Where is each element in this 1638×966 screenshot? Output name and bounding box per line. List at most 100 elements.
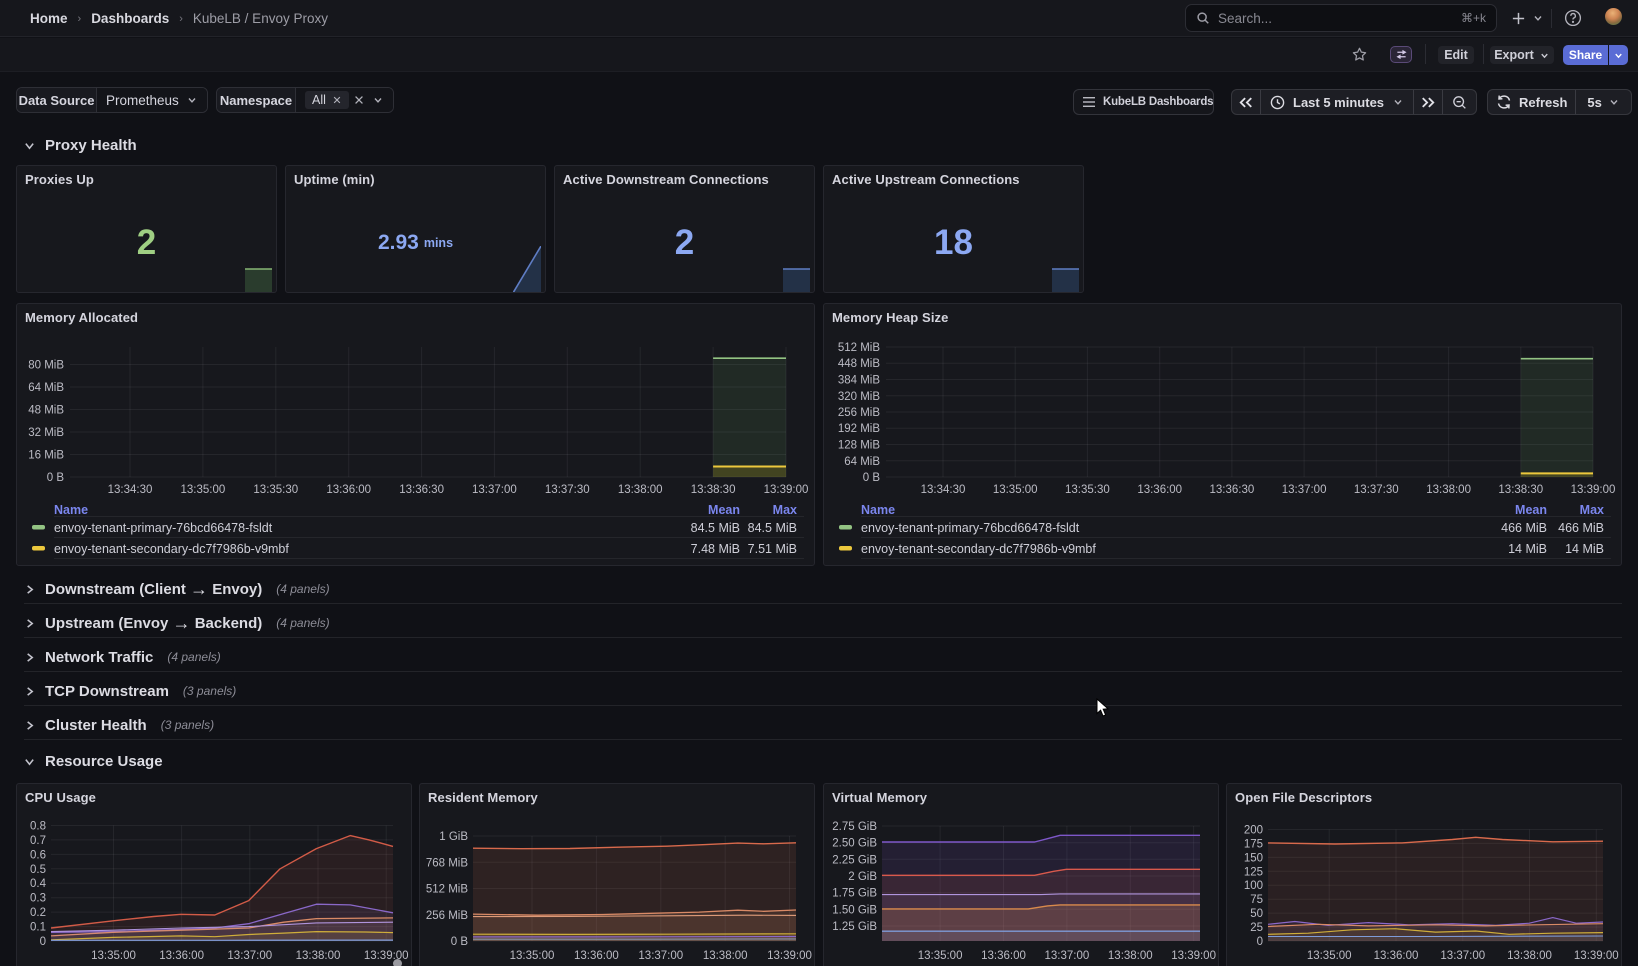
svg-text:13:34:30: 13:34:30 xyxy=(921,484,966,496)
svg-text:13:36:00: 13:36:00 xyxy=(1137,484,1182,496)
svg-text:75: 75 xyxy=(1250,894,1263,906)
svg-text:Name: Name xyxy=(861,503,895,517)
svg-text:13:37:00: 13:37:00 xyxy=(1045,950,1090,962)
svg-text:0.1: 0.1 xyxy=(30,922,46,934)
svg-text:80 MiB: 80 MiB xyxy=(28,360,64,372)
svg-text:13:38:00: 13:38:00 xyxy=(296,950,341,962)
svg-text:2.50 GiB: 2.50 GiB xyxy=(832,838,877,850)
svg-text:200: 200 xyxy=(1244,825,1263,837)
svg-text:13:35:00: 13:35:00 xyxy=(510,950,555,962)
svg-text:512 MiB: 512 MiB xyxy=(426,884,469,896)
svg-text:13:38:30: 13:38:30 xyxy=(691,484,736,496)
svg-text:13:35:30: 13:35:30 xyxy=(1065,484,1110,496)
svg-text:1.50 GiB: 1.50 GiB xyxy=(832,904,877,916)
svg-text:0.2: 0.2 xyxy=(30,907,46,919)
svg-text:13:35:30: 13:35:30 xyxy=(253,484,298,496)
svg-text:13:38:00: 13:38:00 xyxy=(1108,950,1153,962)
svg-text:1 GiB: 1 GiB xyxy=(439,831,468,843)
svg-text:1.25 GiB: 1.25 GiB xyxy=(832,921,877,933)
svg-text:13:36:00: 13:36:00 xyxy=(981,950,1026,962)
svg-text:0 B: 0 B xyxy=(47,472,65,484)
svg-text:13:36:30: 13:36:30 xyxy=(1210,484,1255,496)
svg-text:13:39:00: 13:39:00 xyxy=(364,950,409,962)
svg-text:7.48 MiB: 7.48 MiB xyxy=(691,542,740,556)
svg-text:14 MiB: 14 MiB xyxy=(1508,542,1547,556)
svg-text:13:37:30: 13:37:30 xyxy=(1354,484,1399,496)
svg-text:13:36:00: 13:36:00 xyxy=(1374,950,1419,962)
svg-text:13:39:00: 13:39:00 xyxy=(764,484,809,496)
svg-text:envoy-tenant-primary-76bcd6647: envoy-tenant-primary-76bcd66478-fsldt xyxy=(861,521,1080,535)
svg-text:13:37:00: 13:37:00 xyxy=(227,950,272,962)
svg-text:16 MiB: 16 MiB xyxy=(28,450,64,462)
svg-text:13:39:00: 13:39:00 xyxy=(1171,950,1216,962)
svg-text:0: 0 xyxy=(40,936,46,948)
svg-text:84.5 MiB: 84.5 MiB xyxy=(748,521,797,535)
svg-text:64 MiB: 64 MiB xyxy=(28,382,64,394)
svg-text:13:35:00: 13:35:00 xyxy=(1307,950,1352,962)
svg-text:13:37:00: 13:37:00 xyxy=(472,484,517,496)
svg-text:0.5: 0.5 xyxy=(30,864,46,876)
svg-text:384 MiB: 384 MiB xyxy=(838,375,881,387)
svg-text:13:38:00: 13:38:00 xyxy=(1507,950,1552,962)
svg-text:448 MiB: 448 MiB xyxy=(838,358,881,370)
svg-text:512 MiB: 512 MiB xyxy=(838,342,881,354)
svg-text:13:38:00: 13:38:00 xyxy=(618,484,663,496)
svg-text:13:39:00: 13:39:00 xyxy=(1571,484,1616,496)
svg-text:13:36:30: 13:36:30 xyxy=(399,484,444,496)
svg-text:768 MiB: 768 MiB xyxy=(426,857,469,869)
svg-text:0: 0 xyxy=(1257,936,1263,948)
svg-text:466 MiB: 466 MiB xyxy=(1558,521,1604,535)
svg-text:2.25 GiB: 2.25 GiB xyxy=(832,854,877,866)
svg-text:13:37:00: 13:37:00 xyxy=(1282,484,1327,496)
svg-text:13:37:00: 13:37:00 xyxy=(638,950,683,962)
svg-text:0.4: 0.4 xyxy=(30,878,47,890)
svg-text:64 MiB: 64 MiB xyxy=(844,456,880,468)
svg-text:13:38:30: 13:38:30 xyxy=(1498,484,1543,496)
svg-text:13:35:00: 13:35:00 xyxy=(918,950,963,962)
svg-text:13:34:30: 13:34:30 xyxy=(108,484,153,496)
svg-text:2.75 GiB: 2.75 GiB xyxy=(832,821,877,833)
svg-text:192 MiB: 192 MiB xyxy=(838,423,881,435)
svg-text:32 MiB: 32 MiB xyxy=(28,427,64,439)
svg-text:125: 125 xyxy=(1244,866,1263,878)
svg-text:Max: Max xyxy=(773,503,797,517)
svg-text:Name: Name xyxy=(54,503,88,517)
svg-text:13:36:00: 13:36:00 xyxy=(159,950,204,962)
svg-text:7.51 MiB: 7.51 MiB xyxy=(748,542,797,556)
svg-text:envoy-tenant-primary-76bcd6647: envoy-tenant-primary-76bcd66478-fsldt xyxy=(54,521,273,535)
svg-text:Max: Max xyxy=(1580,503,1604,517)
svg-text:13:37:00: 13:37:00 xyxy=(1440,950,1485,962)
svg-text:256 MiB: 256 MiB xyxy=(838,407,881,419)
svg-text:1.75 GiB: 1.75 GiB xyxy=(832,888,877,900)
svg-text:13:37:30: 13:37:30 xyxy=(545,484,590,496)
svg-text:256 MiB: 256 MiB xyxy=(426,910,469,922)
svg-text:Mean: Mean xyxy=(708,503,740,517)
svg-text:100: 100 xyxy=(1244,880,1263,892)
svg-text:envoy-tenant-secondary-dc7f798: envoy-tenant-secondary-dc7f7986b-v9mbf xyxy=(54,542,289,556)
svg-text:Mean: Mean xyxy=(1515,503,1547,517)
svg-text:50: 50 xyxy=(1250,908,1263,920)
svg-text:0.8: 0.8 xyxy=(30,821,46,833)
svg-text:13:36:00: 13:36:00 xyxy=(326,484,371,496)
svg-text:13:35:00: 13:35:00 xyxy=(181,484,226,496)
svg-text:envoy-tenant-secondary-dc7f798: envoy-tenant-secondary-dc7f7986b-v9mbf xyxy=(861,542,1096,556)
svg-text:175: 175 xyxy=(1244,838,1263,850)
svg-text:13:39:00: 13:39:00 xyxy=(767,950,812,962)
svg-text:13:35:00: 13:35:00 xyxy=(993,484,1038,496)
svg-text:0.6: 0.6 xyxy=(30,849,46,861)
svg-text:0 B: 0 B xyxy=(863,472,881,484)
svg-text:13:38:00: 13:38:00 xyxy=(1426,484,1471,496)
svg-text:2 GiB: 2 GiB xyxy=(848,871,877,883)
svg-text:0.3: 0.3 xyxy=(30,893,46,905)
svg-text:13:36:00: 13:36:00 xyxy=(574,950,619,962)
svg-text:466 MiB: 466 MiB xyxy=(1501,521,1547,535)
svg-text:48 MiB: 48 MiB xyxy=(28,405,64,417)
svg-text:14 MiB: 14 MiB xyxy=(1565,542,1604,556)
svg-text:0 B: 0 B xyxy=(451,936,469,948)
svg-text:150: 150 xyxy=(1244,852,1263,864)
svg-text:0.7: 0.7 xyxy=(30,835,46,847)
svg-text:84.5 MiB: 84.5 MiB xyxy=(691,521,740,535)
svg-text:25: 25 xyxy=(1250,922,1263,934)
svg-text:13:39:00: 13:39:00 xyxy=(1574,950,1619,962)
svg-text:320 MiB: 320 MiB xyxy=(838,391,881,403)
